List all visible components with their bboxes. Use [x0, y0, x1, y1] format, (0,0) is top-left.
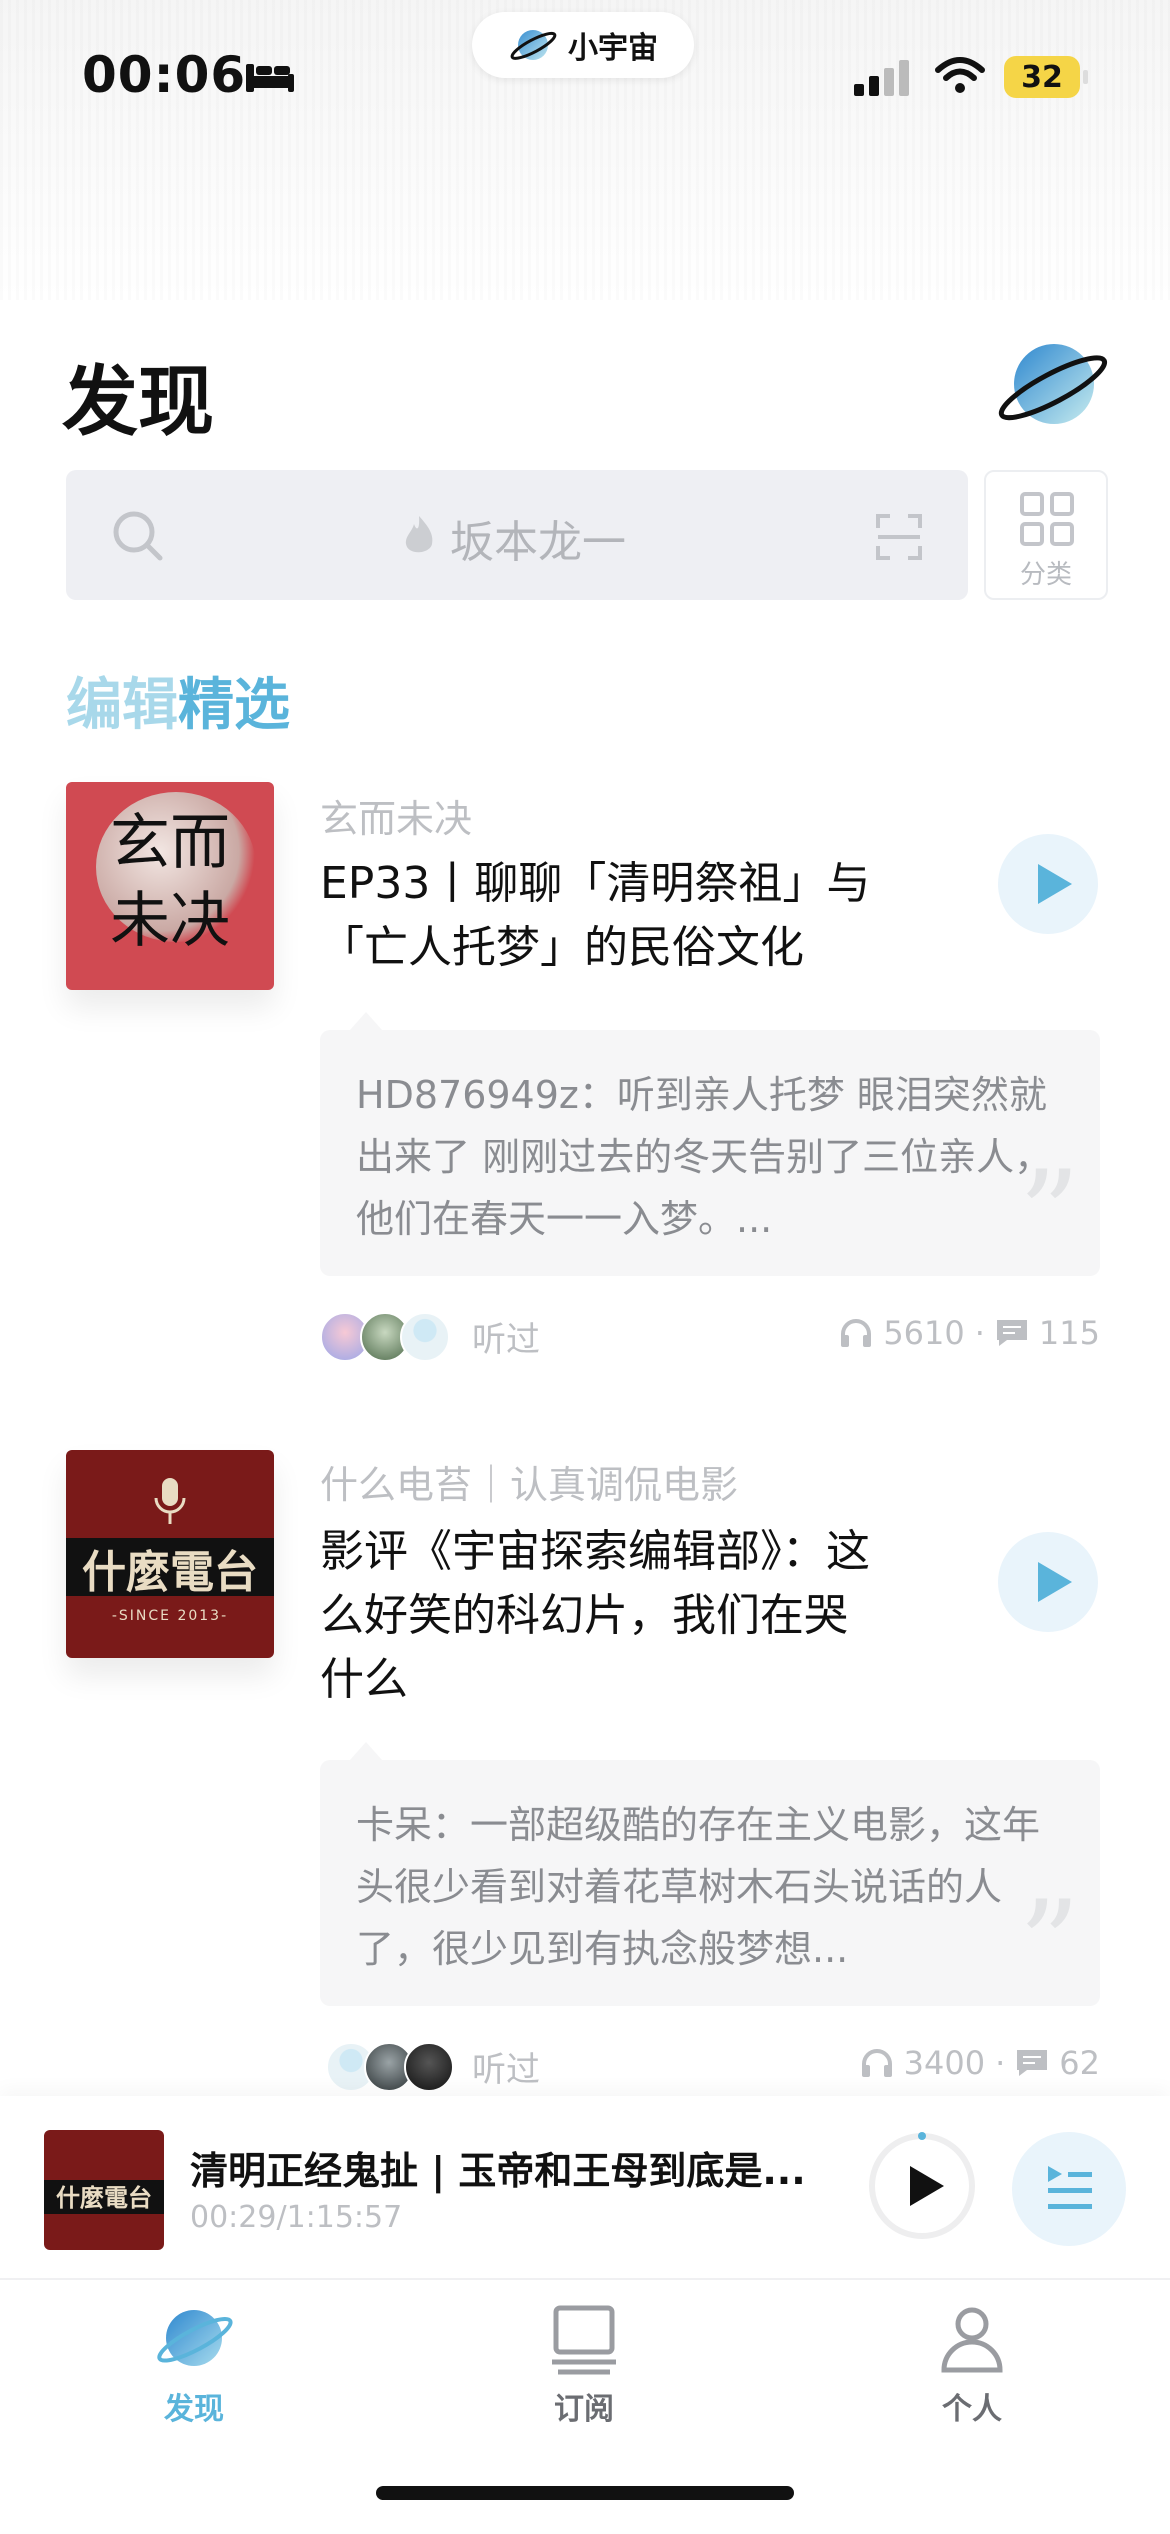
page-title: 发现	[62, 357, 214, 446]
play-pause-button[interactable]	[866, 2130, 978, 2242]
search-icon	[113, 511, 163, 561]
comment-icon	[1017, 2050, 1048, 2076]
cover-title: 玄而 未决	[110, 808, 230, 956]
tab-label: 发现	[164, 2392, 224, 2427]
status-bar: 00:06 小宇宙 32	[0, 0, 1170, 150]
episode-stats: 5610 · 115	[839, 1314, 1100, 1352]
cover-since: -SINCE 2013-	[111, 1608, 229, 1624]
person-icon	[941, 2307, 1003, 2373]
category-button[interactable]: 分类	[984, 470, 1108, 600]
brand-name: 小宇宙	[568, 31, 658, 66]
mini-player[interactable]: 什麼電台 清明正经鬼扯 | 玉帝和王母到底是... 00:29/1:15:57	[0, 2096, 1170, 2278]
podcast-cover[interactable]: 玄而 未决	[66, 782, 274, 990]
playlist-button[interactable]	[1012, 2132, 1126, 2246]
episode-title[interactable]: EP33丨聊聊「清明祭祖」与「亡人托梦」的民俗文化	[320, 852, 940, 980]
grid-icon	[1020, 492, 1074, 546]
tab-label: 个人	[942, 2392, 1002, 2427]
home-indicator	[376, 2486, 794, 2500]
listener-avatars	[320, 2042, 460, 2092]
listener-avatars	[320, 1312, 460, 1362]
avatar	[404, 2042, 454, 2092]
search-placeholder: 坂本龙一	[450, 517, 626, 568]
avatar	[400, 1312, 450, 1362]
playlist-icon	[1048, 2166, 1092, 2209]
category-label: 分类	[1019, 560, 1072, 590]
play-button[interactable]	[998, 1532, 1098, 1632]
brand-pill[interactable]: 小宇宙	[472, 12, 694, 78]
quote-mark-icon: ”	[1018, 1876, 1080, 2015]
microphone-icon	[154, 1478, 186, 1524]
featured-comment[interactable]: 卡呆：一部超级酷的存在主义电影，这年头很少看到对着花草树木石头说话的人了，很少见…	[320, 1742, 1100, 2015]
separator-dot: ·	[995, 2044, 1006, 2082]
subscribe-icon	[552, 2305, 616, 2375]
comment-count: 115	[1038, 1314, 1100, 1352]
quote-mark-icon: ”	[1018, 1146, 1080, 1285]
episode-stats: 3400 · 62	[860, 2044, 1100, 2082]
comment-icon	[996, 1320, 1027, 1346]
episode-title[interactable]: 影评《宇宙探索编辑部》：这么好笑的科幻片，我们在哭什么	[320, 1520, 880, 1712]
episode-meta: 听过 3400 · 62	[320, 2036, 1100, 2092]
planet-avatar-icon[interactable]	[994, 336, 1108, 436]
play-count: 3400	[903, 2044, 986, 2082]
podcast-name[interactable]: 什么电苔｜认真调侃电影	[320, 1454, 738, 1509]
section-title-part2: 精选	[178, 673, 290, 738]
heard-label: 听过	[472, 2050, 540, 2090]
play-count: 5610	[883, 1314, 965, 1352]
headphones-icon	[841, 1319, 872, 1347]
status-time: 00:06	[82, 46, 247, 104]
separator-dot: ·	[974, 1314, 985, 1352]
comment-count: 62	[1059, 2044, 1100, 2082]
scan-icon[interactable]	[874, 512, 924, 562]
comment-user: HD876949z：	[356, 1073, 617, 1117]
cover-title: 什麼電台	[56, 2183, 152, 2212]
cellular-signal-icon	[854, 60, 909, 96]
wifi-icon	[935, 57, 985, 93]
podcast-name[interactable]: 玄而未决	[320, 788, 472, 843]
planet-icon	[157, 2310, 233, 2366]
planet-logo-icon	[510, 30, 557, 60]
search-bar[interactable]: 坂本龙一	[66, 470, 968, 600]
tab-profile[interactable]: 个人	[872, 2298, 1072, 2428]
tab-label: 订阅	[554, 2392, 614, 2427]
player-cover[interactable]: 什麼電台	[44, 2130, 164, 2250]
player-title[interactable]: 清明正经鬼扯 | 玉帝和王母到底是...	[190, 2140, 810, 2195]
tab-discover[interactable]: 发现	[94, 2298, 294, 2428]
section-title-part1: 编辑	[66, 673, 178, 738]
play-button[interactable]	[998, 834, 1098, 934]
comment-user: 卡呆：	[356, 1803, 471, 1847]
featured-comment[interactable]: HD876949z：听到亲人托梦 眼泪突然就出来了 刚刚过去的冬天告别了三位亲人…	[320, 1012, 1100, 1285]
cover-title: 什麼電台	[82, 1547, 258, 1598]
sleep-mode-icon	[246, 64, 294, 92]
heard-label: 听过	[472, 1320, 540, 1360]
tab-subscribe[interactable]: 订阅	[484, 2298, 684, 2428]
headphones-icon	[861, 2049, 892, 2077]
player-time: 00:29/1:15:57	[190, 2200, 403, 2235]
episode-meta: 听过 5610 · 115	[320, 1306, 1100, 1362]
section-title: 编辑精选	[66, 660, 290, 741]
trending-flame-icon	[405, 516, 433, 553]
podcast-cover[interactable]: 什麼電台 -SINCE 2013-	[66, 1450, 274, 1658]
battery-indicator: 32	[1004, 56, 1088, 98]
